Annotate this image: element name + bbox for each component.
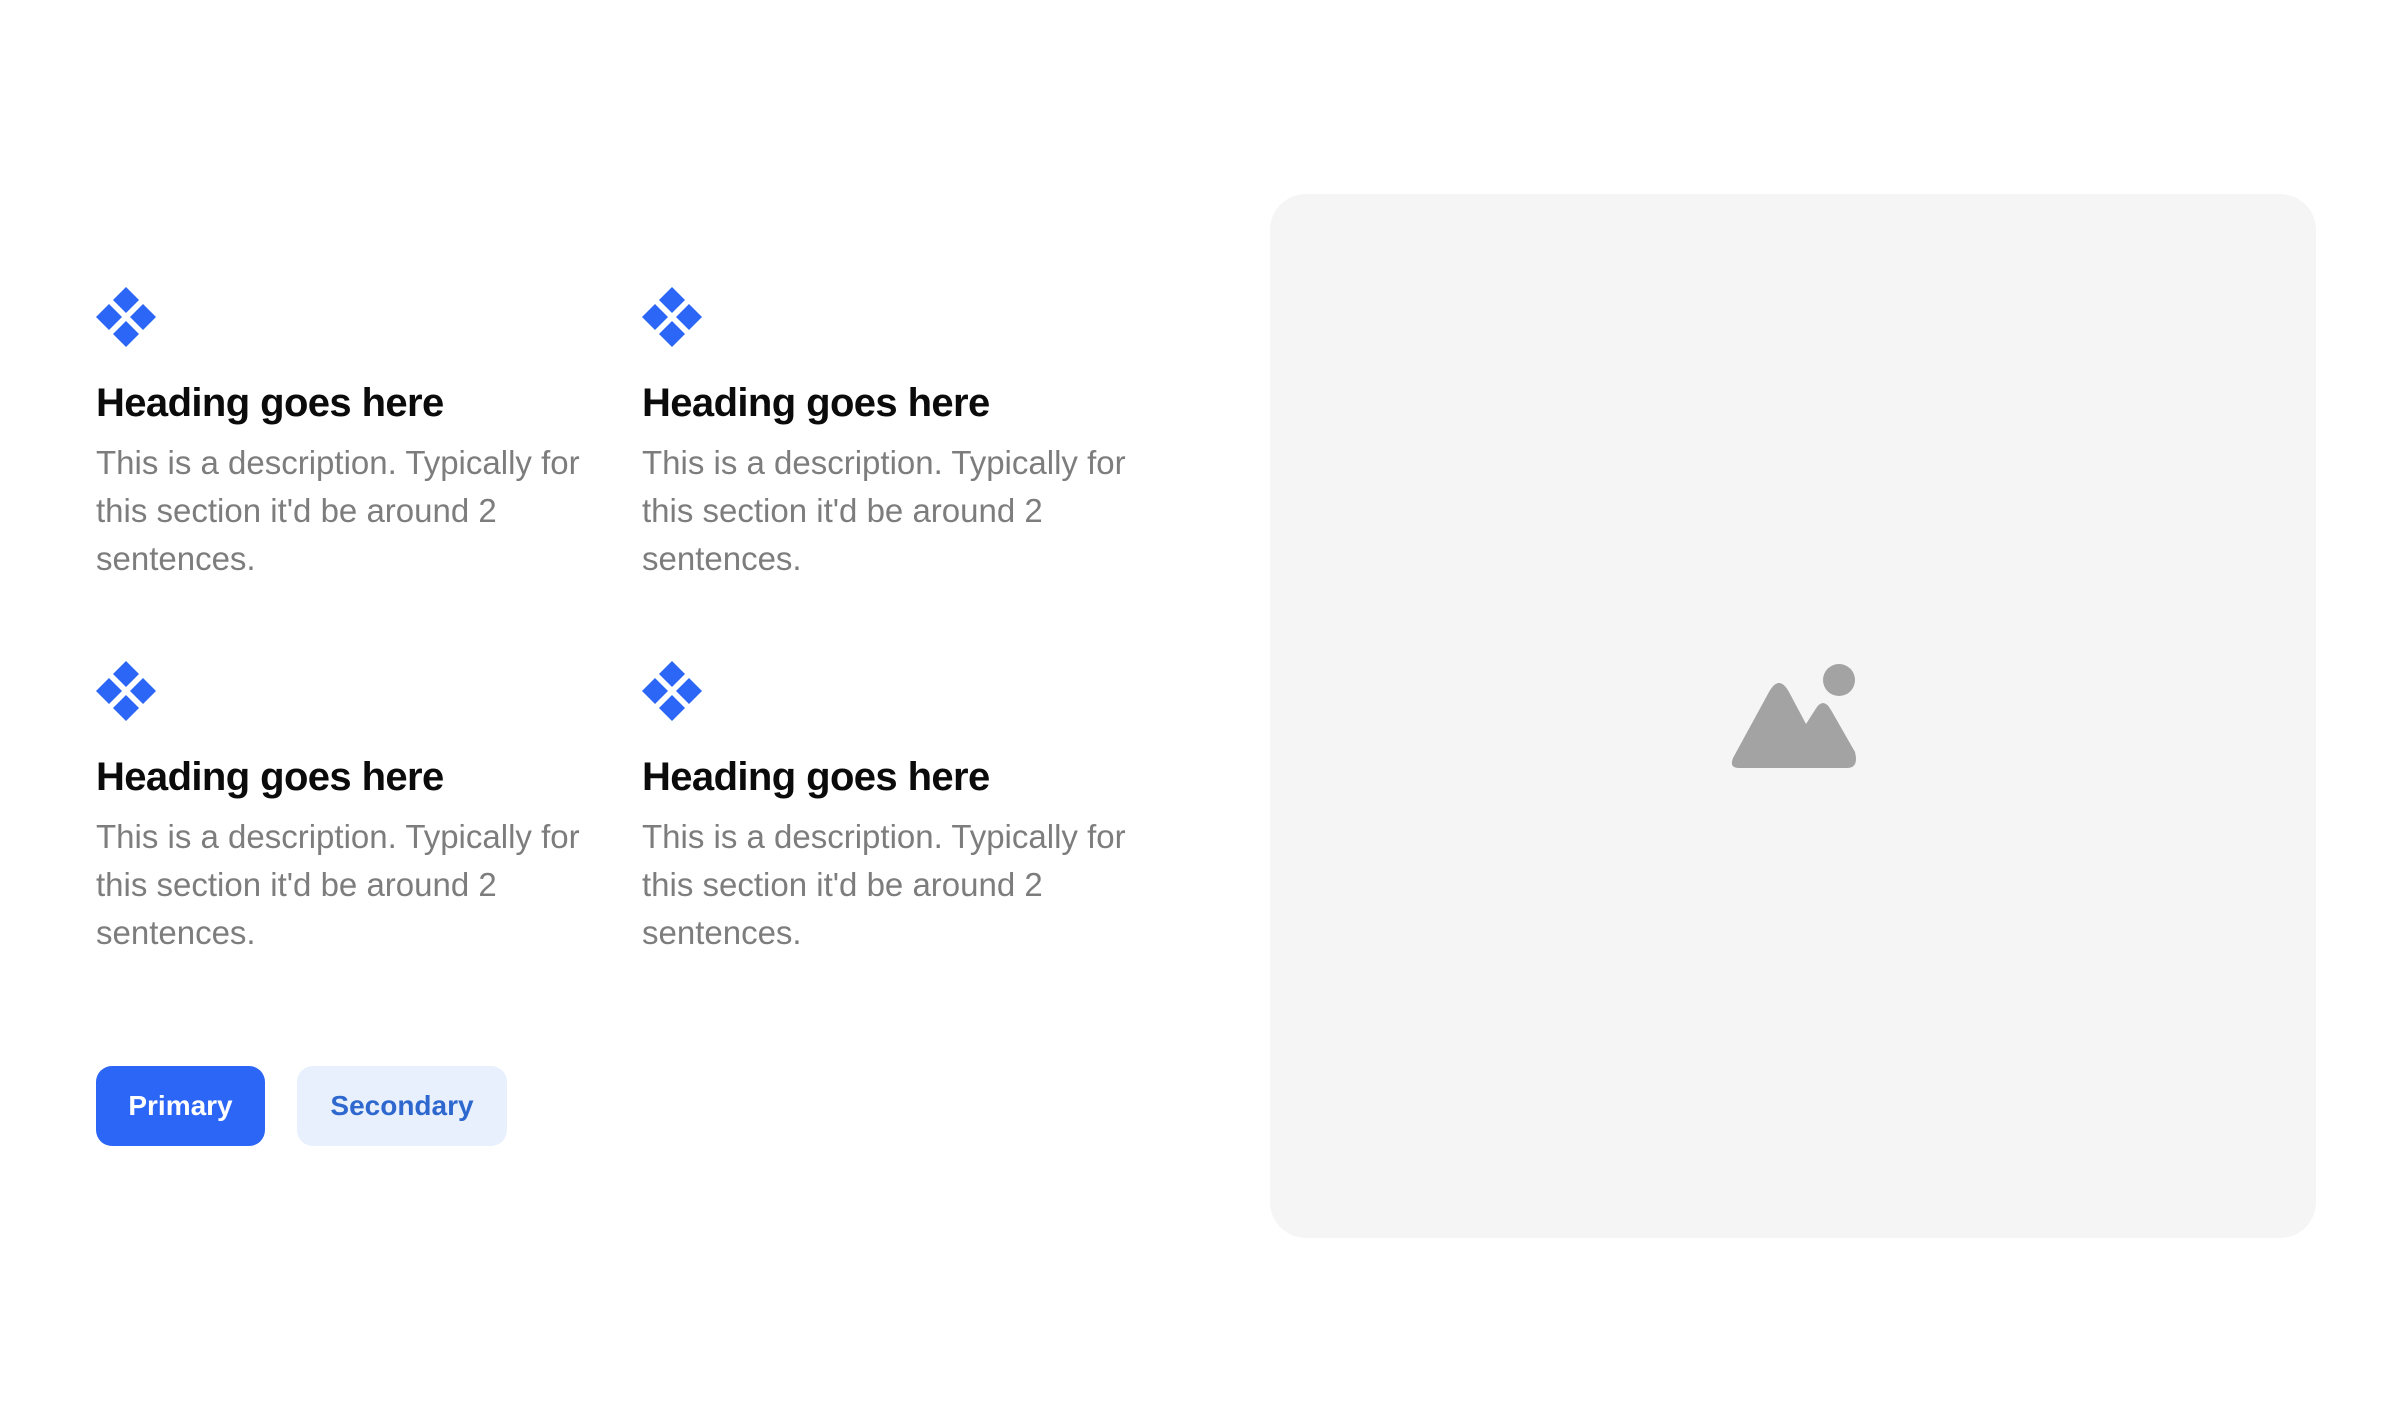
secondary-button[interactable]: Secondary xyxy=(297,1066,507,1146)
action-buttons: Primary Secondary xyxy=(96,1066,507,1146)
diamond-cluster-icon xyxy=(96,287,156,347)
feature-item: Heading goes here This is a description.… xyxy=(642,287,1146,661)
feature-heading: Heading goes here xyxy=(642,755,990,799)
feature-description: This is a description. Typically for thi… xyxy=(642,818,1126,951)
diamond-cluster-icon xyxy=(642,661,702,721)
image-placeholder-icon xyxy=(1731,664,1856,768)
feature-heading: Heading goes here xyxy=(642,381,990,425)
feature-description: This is a description. Typically for thi… xyxy=(96,444,580,577)
image-placeholder xyxy=(1270,194,2316,1238)
feature-item: Heading goes here This is a description.… xyxy=(96,661,642,1035)
feature-grid: Heading goes here This is a description.… xyxy=(96,287,1146,1035)
feature-item: Heading goes here This is a description.… xyxy=(642,661,1146,1035)
feature-description: This is a description. Typically for thi… xyxy=(96,818,580,951)
diamond-cluster-icon xyxy=(96,661,156,721)
diamond-cluster-icon xyxy=(642,287,702,347)
feature-item: Heading goes here This is a description.… xyxy=(96,287,642,661)
feature-description: This is a description. Typically for thi… xyxy=(642,444,1126,577)
primary-button[interactable]: Primary xyxy=(96,1066,265,1146)
feature-heading: Heading goes here xyxy=(96,381,444,425)
feature-heading: Heading goes here xyxy=(96,755,444,799)
